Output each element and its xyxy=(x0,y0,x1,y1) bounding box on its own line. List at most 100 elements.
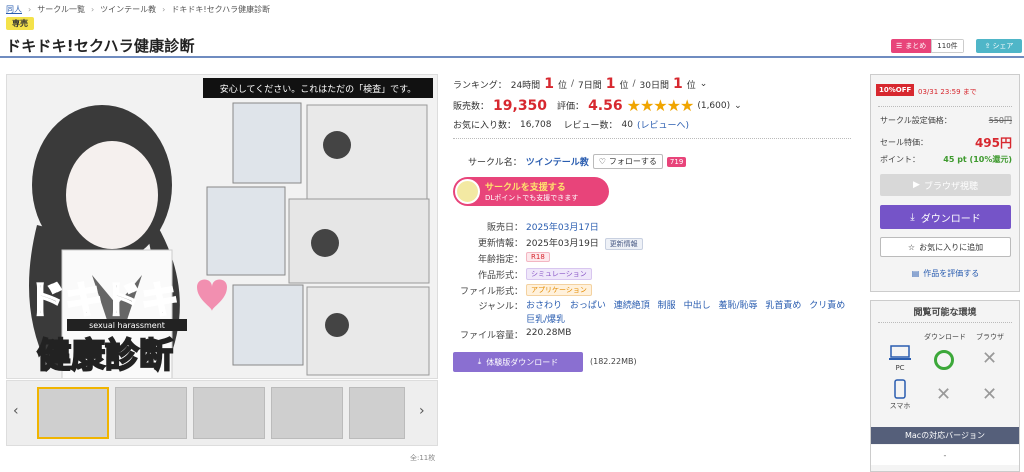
sale-price-row: セール特価： 495円 xyxy=(880,134,1012,151)
release-date-link[interactable]: 2025年03月17日 xyxy=(526,220,599,233)
banner-text: 安心してください。これはただの「検査」です。 xyxy=(220,83,416,95)
favorites-row: お気に入り数： 16,708 レビュー数： 40 (レビューへ) xyxy=(453,118,689,132)
size-value: 220.28MB xyxy=(526,328,572,338)
thumbnail[interactable] xyxy=(37,387,109,439)
matome-count: 110件 xyxy=(931,39,964,53)
format-tag[interactable]: アプリケーション xyxy=(526,284,592,296)
main-product-image[interactable]: 安心してください。これはただの「検査」です。 ドキドキ sexual haras… xyxy=(6,74,438,379)
follow-button[interactable]: ♡ フォローする xyxy=(592,154,663,169)
reviews-link[interactable]: (レビューへ) xyxy=(637,118,689,131)
genre-tag[interactable]: クリ責め xyxy=(809,301,845,311)
release-label: 販売日： xyxy=(486,223,523,233)
trial-download-button[interactable]: ⤓ 体験版ダウンロード xyxy=(453,352,583,372)
follow-label: フォローする xyxy=(608,157,657,166)
point-value: 45 pt (10%還元) xyxy=(943,155,1012,164)
list-price-label: サークル設定価格： xyxy=(880,116,952,125)
cloud-download-icon: ⤓ xyxy=(910,211,915,223)
ranking-unit: 位 xyxy=(557,80,567,91)
type-tag[interactable]: シミュレーション xyxy=(526,268,592,280)
mac-version-value: - xyxy=(871,445,1019,465)
rate-work-label: 作品を評価する xyxy=(923,268,980,278)
chevron-right-icon: › xyxy=(28,4,32,14)
rate-work-link[interactable]: ▤ 作品を評価する xyxy=(880,265,1011,281)
genre-label: ジャンル： xyxy=(478,302,523,312)
discount-badge: 10%OFF xyxy=(876,84,915,96)
star-icon: ☆ xyxy=(907,242,916,252)
updated-label: 更新情報： xyxy=(477,239,523,249)
sale-price-label: セール特価： xyxy=(880,138,928,147)
play-icon: ▶ xyxy=(913,180,920,190)
updated-date: 2025年03月19日 xyxy=(526,239,599,249)
chevron-down-icon[interactable]: ⌄ xyxy=(700,79,708,89)
cover-illustration: 安心してください。これはただの「検査」です。 ドキドキ sexual haras… xyxy=(7,75,437,378)
browser-view-button[interactable]: ▶ ブラウザ視聴 xyxy=(880,174,1011,196)
ranking-rank: 1 xyxy=(605,76,616,92)
genre-tag[interactable]: 巨乳/爆乳 xyxy=(526,315,565,325)
logo-line2: sexual harassment xyxy=(89,321,165,330)
ranking-rank: 1 xyxy=(544,76,554,92)
age-label: 年齢指定： xyxy=(477,255,523,265)
browser-view-label: ブラウザ視聴 xyxy=(923,181,978,192)
chevron-right-icon: › xyxy=(90,4,95,14)
sales-rating-row: 販売数： 19,350 評価： 4.56 ★★★★★ (1,600) ⌄ xyxy=(453,96,742,115)
download-button[interactable]: ⤓ ダウンロード xyxy=(880,205,1011,229)
ranking-period: 7日間 xyxy=(578,80,602,91)
rating-label: 評価： xyxy=(557,102,585,112)
ranking-row: ランキング： 24時間 1 位 / 7日間 1 位 / 30日間 1 位 ⌄ xyxy=(453,76,707,92)
pc-label: PC xyxy=(895,364,905,372)
thumbnail[interactable] xyxy=(271,387,343,439)
mac-version-header: Macの対応バージョン xyxy=(871,427,1019,444)
genre-tag[interactable]: 乳首責め xyxy=(765,301,801,311)
download-label: ダウンロード xyxy=(920,213,981,225)
chevron-down-icon[interactable]: ⌄ xyxy=(734,101,742,111)
breadcrumb-circle-link[interactable]: ツインテール教 xyxy=(100,4,156,15)
updated-info-button[interactable]: 更新情報 xyxy=(604,238,643,250)
age-badge: R18 xyxy=(526,252,550,262)
chevron-left-icon[interactable]: ‹ xyxy=(13,403,19,419)
ranking-label: ランキング： xyxy=(453,80,507,91)
sale-until: 03/31 23:59 まで xyxy=(918,88,977,96)
size-label: ファイル容量： xyxy=(459,331,523,341)
ranking-separator: / xyxy=(570,79,574,89)
rating-value: 4.56 xyxy=(588,97,623,114)
environment-title: 閲覧可能な環境 xyxy=(913,308,977,318)
thumbnail[interactable] xyxy=(349,387,405,439)
follow-count: 719 xyxy=(666,156,687,167)
avatar xyxy=(455,179,480,204)
genre-tag[interactable]: 制服 xyxy=(658,301,676,311)
add-favorite-button[interactable]: ☆ お気に入りに追加 xyxy=(880,237,1011,257)
share-button[interactable]: ⇪ シェア xyxy=(976,39,1022,53)
favorites-label: お気に入り数： xyxy=(453,121,517,131)
thumbnail[interactable] xyxy=(115,387,187,439)
support-circle-button[interactable]: サークルを支援する DLポイントでも支援できます xyxy=(453,177,609,206)
trial-download-label: 体験版ダウンロード xyxy=(486,357,559,367)
type-label: 作品形式： xyxy=(477,271,523,281)
genre-tag[interactable]: 中出し xyxy=(684,301,711,311)
type-value: シミュレーション xyxy=(526,268,592,280)
pc-icon xyxy=(889,345,911,360)
list-price: 550円 xyxy=(988,116,1012,125)
genre-tag[interactable]: おっぱい xyxy=(570,301,606,311)
ranking-separator: / xyxy=(632,79,636,89)
logo-line3: 健康診断 xyxy=(37,336,173,376)
page-title: ドキドキ!セクハラ健康診断 xyxy=(6,37,195,55)
ranking-period: 30日間 xyxy=(639,80,669,91)
info-divider xyxy=(453,138,851,139)
price-divider xyxy=(878,106,1012,107)
genre-tag[interactable]: 羞恥/恥辱 xyxy=(718,301,757,311)
reviews-value: 40 xyxy=(621,119,633,130)
genre-tag[interactable]: おさわり xyxy=(526,301,562,311)
genre-tag[interactable]: 連続絶頂 xyxy=(614,301,650,311)
breadcrumb-home-link[interactable]: 同人 xyxy=(6,4,22,15)
matome-button[interactable]: ☰ まとめ 110件 xyxy=(891,39,964,53)
age-value: R18 xyxy=(526,252,550,262)
ranking-period: 24時間 xyxy=(510,80,541,91)
cloud-download-icon: ⤓ xyxy=(477,357,482,366)
thumbnail[interactable] xyxy=(193,387,265,439)
heart-icon: ♡ xyxy=(598,157,606,166)
pc-download-available-icon xyxy=(934,350,954,370)
circle-name-link[interactable]: ツインテール教 xyxy=(526,155,589,168)
chevron-right-icon[interactable]: › xyxy=(419,403,425,419)
breadcrumb-circle-list-link[interactable]: サークル一覧 xyxy=(37,4,85,15)
list-price-row: サークル設定価格： 550円 xyxy=(880,115,1012,126)
